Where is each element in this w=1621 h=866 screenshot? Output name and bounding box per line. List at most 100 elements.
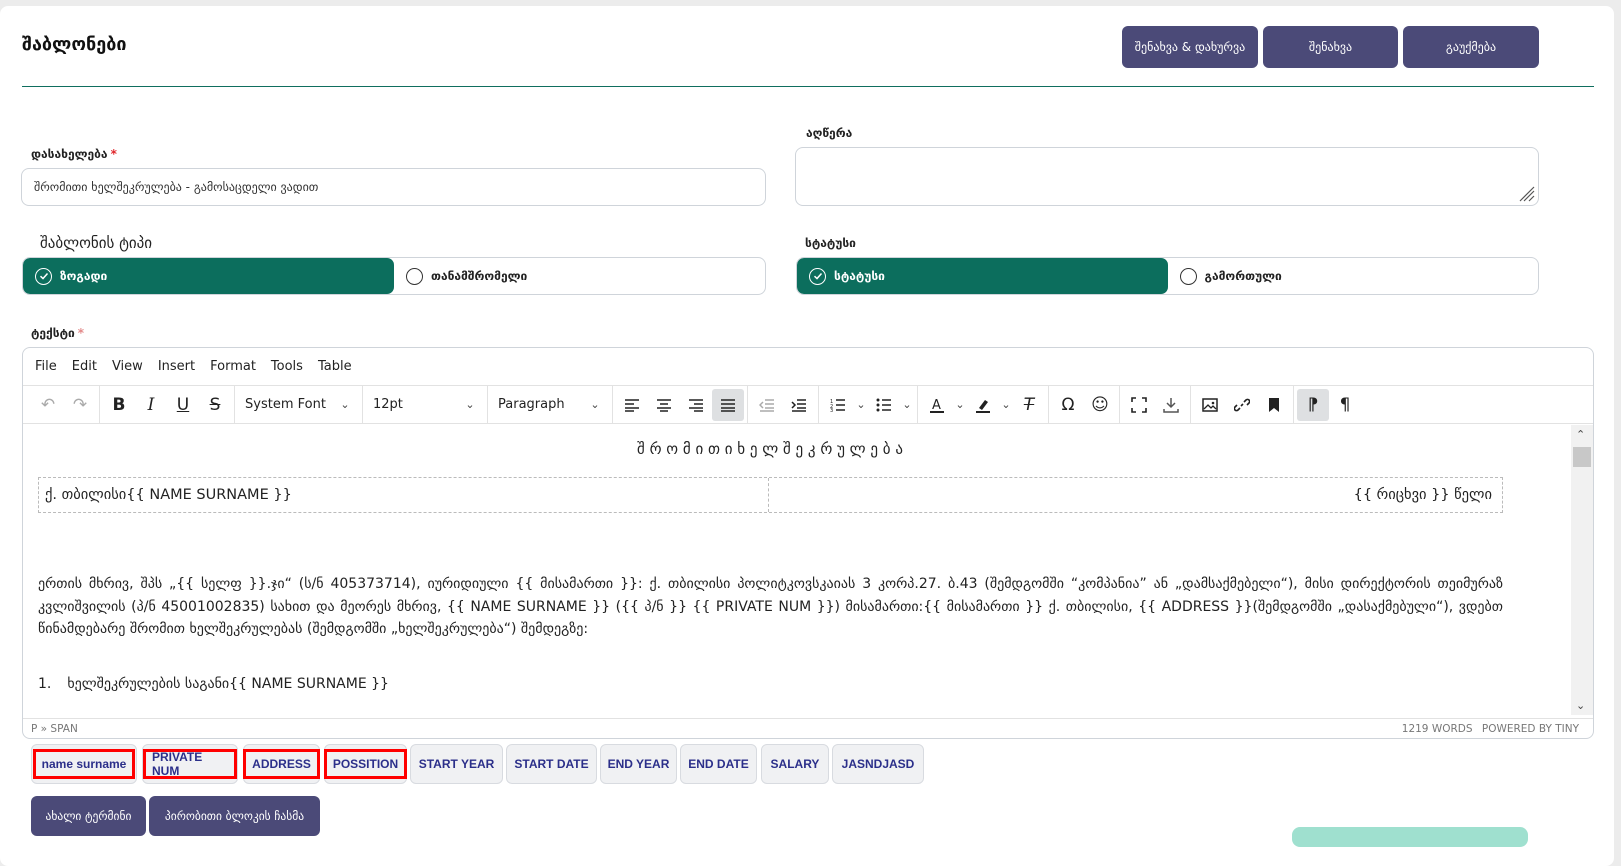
scroll-down-icon[interactable]: ⌄ bbox=[1576, 699, 1585, 712]
undo-icon[interactable]: ↶ bbox=[32, 389, 64, 421]
indent-group bbox=[748, 385, 819, 424]
numbered-list-icon[interactable]: 123 bbox=[822, 389, 854, 421]
chevron-down-icon[interactable]: ⌄ bbox=[999, 398, 1013, 411]
save-and-close-button[interactable]: შენახვა & დახურვა bbox=[1122, 26, 1258, 68]
variable-jasndjasd[interactable]: JASNDJASD bbox=[832, 744, 924, 784]
variable-position[interactable]: POSSITION bbox=[323, 744, 408, 784]
scroll-thumb[interactable] bbox=[1573, 447, 1591, 467]
text-color-icon[interactable]: A bbox=[921, 389, 953, 421]
variable-label: ADDRESS bbox=[243, 749, 320, 779]
variable-start-date[interactable]: START DATE bbox=[506, 744, 597, 784]
highlight-color-icon[interactable] bbox=[967, 389, 999, 421]
fullscreen-icon[interactable] bbox=[1123, 389, 1155, 421]
resize-grip-icon[interactable] bbox=[1519, 186, 1535, 202]
bold-icon[interactable]: B bbox=[103, 389, 135, 421]
insert-conditional-block-button[interactable]: პირობითი ბლოკის ჩასმა bbox=[149, 796, 320, 836]
special-character-icon[interactable]: Ω bbox=[1052, 389, 1084, 421]
template-type-general-option[interactable]: ზოგადი bbox=[23, 258, 394, 294]
menu-view[interactable]: View bbox=[112, 359, 143, 374]
status-toggle: სტატუსი გამორთული bbox=[796, 257, 1539, 295]
editor-menubar: File Edit View Insert Format Tools Table bbox=[23, 348, 1593, 386]
status-active-option[interactable]: სტატუსი bbox=[797, 258, 1168, 294]
menu-edit[interactable]: Edit bbox=[72, 359, 97, 374]
name-label-text: დასახელება bbox=[31, 147, 108, 161]
indent-icon[interactable] bbox=[783, 389, 815, 421]
font-family-select[interactable]: System Font ⌄ bbox=[235, 385, 363, 424]
menu-tools[interactable]: Tools bbox=[271, 359, 303, 374]
bookmark-icon[interactable] bbox=[1258, 389, 1290, 421]
variable-address[interactable]: ADDRESS bbox=[243, 744, 320, 784]
chevron-down-icon: ⌄ bbox=[465, 398, 475, 411]
document-title: შ რ ო მ ი თ ი ხ ე ლ შ ე კ რ უ ლ ე ბ ა bbox=[637, 440, 903, 458]
text-label-text: ტექსტი bbox=[31, 326, 75, 340]
media-group bbox=[1191, 385, 1294, 424]
page-title: შაბლონები bbox=[22, 34, 127, 55]
name-input[interactable]: შრომითი ხელშეკრულება - გამოსაცდელი ვადით bbox=[21, 168, 766, 206]
variable-end-date[interactable]: END DATE bbox=[680, 744, 757, 784]
format-group: B I U S bbox=[100, 385, 235, 424]
powered-by[interactable]: POWERED BY TINY bbox=[1482, 723, 1579, 735]
variable-salary[interactable]: SALARY bbox=[761, 744, 829, 784]
redo-icon[interactable]: ↷ bbox=[64, 389, 96, 421]
image-icon[interactable] bbox=[1194, 389, 1226, 421]
variable-label: POSSITION bbox=[323, 749, 408, 779]
template-type-employee-option[interactable]: თანამშრომელი bbox=[394, 258, 765, 294]
menu-insert[interactable]: Insert bbox=[158, 359, 195, 374]
element-path[interactable]: P » SPAN bbox=[31, 723, 78, 735]
scroll-up-icon[interactable]: ⌃ bbox=[1576, 428, 1585, 441]
variable-private-num[interactable]: PRIVATE NUM bbox=[142, 744, 238, 784]
check-circle-icon bbox=[35, 267, 52, 285]
contract-paragraph: ერთის მხრივ, შპს „{{ სელფ }}.ჯი“ (ს/ნ 40… bbox=[38, 576, 1503, 637]
clear-formatting-icon[interactable]: T bbox=[1013, 389, 1045, 421]
variable-label: PRIVATE NUM bbox=[143, 749, 237, 779]
font-size-select[interactable]: 12pt ⌄ bbox=[363, 385, 488, 424]
variable-end-year[interactable]: END YEAR bbox=[600, 744, 677, 784]
list-group: 123 ⌄ ⌄ bbox=[819, 385, 918, 424]
check-circle-icon bbox=[809, 267, 826, 285]
editor-content[interactable]: შ რ ო მ ი თ ი ხ ე ლ შ ე კ რ უ ლ ე ბ ა ქ.… bbox=[23, 425, 1517, 715]
status-right: 1219 WORDS POWERED BY TINY bbox=[1402, 723, 1579, 735]
align-left-icon[interactable] bbox=[616, 389, 648, 421]
variable-name-surname[interactable]: name surname bbox=[31, 744, 137, 784]
list-item-text: ხელშეკრულების საგანი{{ NAME SURNAME }} bbox=[67, 676, 389, 692]
place-cell: ქ. თბილისი{{ NAME SURNAME }} bbox=[39, 478, 769, 512]
status-label: სტატუსი bbox=[805, 236, 856, 250]
menu-file[interactable]: File bbox=[35, 359, 57, 374]
align-right-icon[interactable] bbox=[680, 389, 712, 421]
variable-start-year[interactable]: START YEAR bbox=[410, 744, 503, 784]
floating-action-button[interactable] bbox=[1292, 827, 1528, 847]
save-button[interactable]: შენახვა bbox=[1263, 26, 1398, 68]
option-label: თანამშრომელი bbox=[431, 269, 528, 283]
outdent-icon[interactable] bbox=[751, 389, 783, 421]
editor-scrollbar[interactable]: ⌃ ⌄ bbox=[1571, 425, 1593, 715]
download-icon[interactable] bbox=[1155, 389, 1187, 421]
menu-format[interactable]: Format bbox=[210, 359, 256, 374]
strikethrough-icon[interactable]: S bbox=[199, 389, 231, 421]
chevron-down-icon[interactable]: ⌄ bbox=[953, 398, 967, 411]
bullet-list-icon[interactable] bbox=[868, 389, 900, 421]
description-textarea[interactable] bbox=[795, 147, 1539, 206]
align-justify-icon[interactable] bbox=[712, 388, 744, 421]
status-disabled-option[interactable]: გამორთული bbox=[1168, 258, 1539, 294]
new-term-button[interactable]: ახალი ტერმინი bbox=[31, 796, 146, 836]
rtl-direction-icon[interactable]: ¶ bbox=[1329, 389, 1361, 421]
word-count[interactable]: 1219 WORDS bbox=[1402, 723, 1473, 735]
block-format-select[interactable]: Paragraph ⌄ bbox=[488, 385, 613, 424]
menu-table[interactable]: Table bbox=[318, 359, 352, 374]
chevron-down-icon[interactable]: ⌄ bbox=[854, 398, 868, 411]
option-label: ზოგადი bbox=[60, 269, 108, 283]
chevron-down-icon[interactable]: ⌄ bbox=[900, 398, 914, 411]
link-icon[interactable] bbox=[1226, 389, 1258, 421]
align-group bbox=[613, 385, 748, 424]
italic-icon[interactable]: I bbox=[135, 389, 167, 421]
name-label: დასახელება * bbox=[31, 147, 117, 161]
align-center-icon[interactable] bbox=[648, 389, 680, 421]
list-number: 1. bbox=[38, 676, 52, 692]
text-label: ტექსტი * bbox=[31, 326, 84, 340]
cancel-button[interactable]: გაუქმება bbox=[1403, 26, 1539, 68]
emoji-icon[interactable]: ☺ bbox=[1084, 389, 1116, 421]
ltr-direction-icon[interactable]: ⁋ bbox=[1297, 388, 1329, 421]
rich-text-editor: File Edit View Insert Format Tools Table… bbox=[22, 347, 1594, 739]
underline-icon[interactable]: U bbox=[167, 389, 199, 421]
block-format-value: Paragraph bbox=[498, 397, 565, 412]
